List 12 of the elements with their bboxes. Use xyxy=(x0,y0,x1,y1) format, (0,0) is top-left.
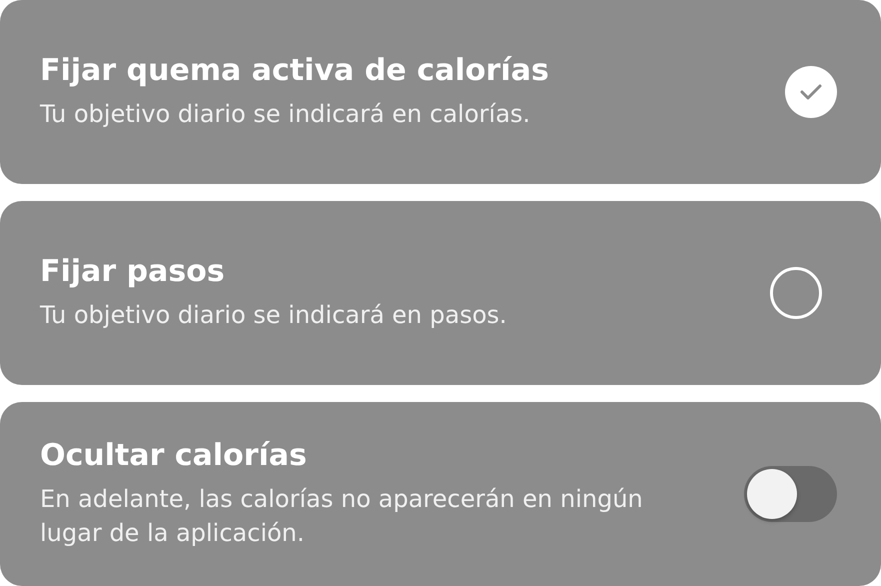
option-card[interactable]: Ocultar calorías En adelante, las calorías no aparecerán en ningún lugar de la aplicación. xyxy=(0,402,881,586)
radio-button[interactable] xyxy=(785,66,837,118)
option-card[interactable]: Fijar pasos Tu objetivo diario se indicará en pasos. xyxy=(0,201,881,385)
option-title: Fijar pasos xyxy=(40,254,226,289)
option-description: Tu objetivo diario se indicará en pasos. xyxy=(40,300,508,331)
option-title: Fijar quema activa de calorías xyxy=(40,52,550,88)
option-card[interactable]: Fijar quema activa de calorías Tu objetivo diario se indicará en calorías. xyxy=(0,0,881,184)
check-icon xyxy=(800,83,822,101)
option-description: En adelante, las calorías no aparecerán en ningún lugar de la aplicación. xyxy=(40,484,644,548)
option-description: Tu objetivo diario se indicará en calorías. xyxy=(40,98,532,130)
option-title: Ocultar calorías xyxy=(40,438,308,473)
radio-button[interactable] xyxy=(770,267,822,319)
